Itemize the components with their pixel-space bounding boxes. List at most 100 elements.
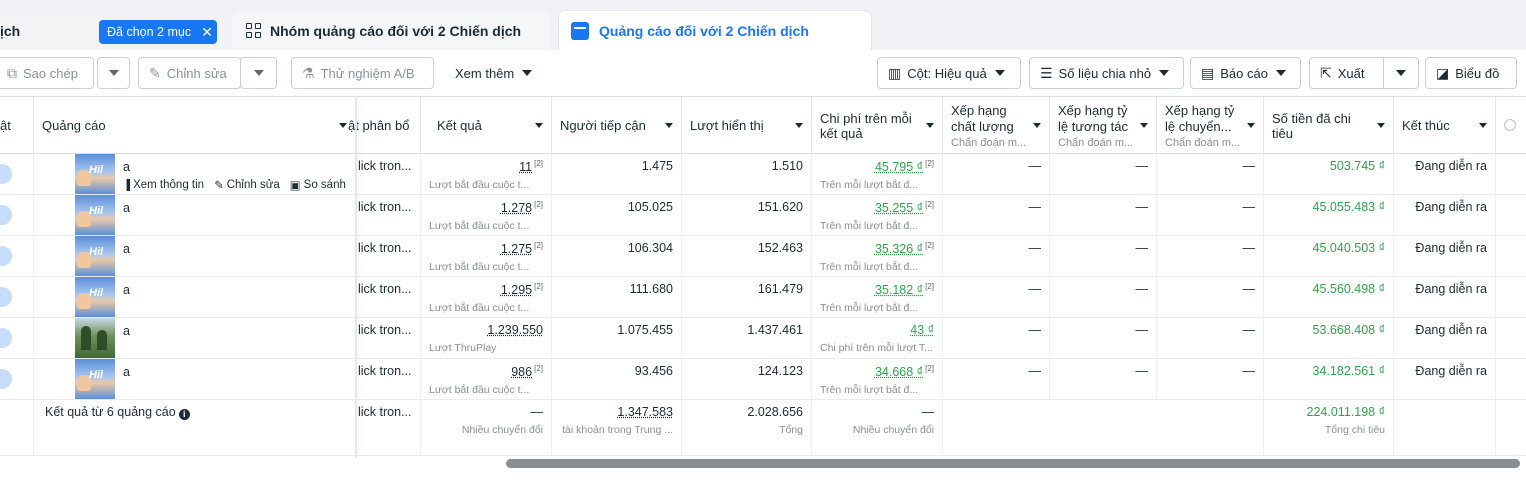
col-amount-spent[interactable]: Số tiền đã chi tiêu <box>1264 97 1394 154</box>
cost-per-result-value[interactable]: 35.182 ₫ <box>875 283 923 297</box>
sort-icon[interactable] <box>665 123 673 128</box>
col-impressions[interactable]: Lượt hiển thị <box>682 97 812 154</box>
ad-name-cell[interactable]: a <box>34 318 356 359</box>
more-button[interactable]: Xem thêm <box>455 57 533 89</box>
selected-items-chip[interactable]: Đã chọn 2 mục ✕ <box>99 20 217 44</box>
ad-name[interactable]: a <box>123 365 130 379</box>
edit-dropdown-button[interactable] <box>240 57 277 89</box>
status-toggle[interactable] <box>0 164 12 184</box>
sort-icon[interactable] <box>1033 123 1041 128</box>
summary-reach[interactable]: 1.347.583 <box>617 405 673 419</box>
ad-name-cell[interactable]: Hil a <box>34 359 356 400</box>
status-toggle-cell[interactable] <box>0 277 34 318</box>
col-conversion-ranking[interactable]: Xếp hạng tỷ lệ chuyển... Chẩn đoán m... <box>1157 97 1264 154</box>
table-row[interactable]: Hil a lick tron... 1.295 [2] Lượt bắt đầu cuộ… <box>0 277 1526 318</box>
col-status[interactable]: ật <box>0 97 34 154</box>
sort-icon[interactable] <box>1140 123 1148 128</box>
status-toggle-cell[interactable] <box>0 154 34 195</box>
col-quality-ranking[interactable]: Xếp hạng chất lượng Chẩn đoán m... <box>943 97 1050 154</box>
columns-button[interactable]: ▥ Cột: Hiệu quả <box>877 57 1021 89</box>
horizontal-scrollbar[interactable] <box>506 459 1520 468</box>
duplicate-dropdown-button[interactable] <box>97 57 130 89</box>
sort-icon[interactable] <box>1247 123 1255 128</box>
col-ends[interactable]: Kết thúc <box>1394 97 1496 154</box>
status-toggle-cell[interactable] <box>0 236 34 277</box>
close-icon[interactable]: ✕ <box>201 24 213 41</box>
cost-per-result-value[interactable]: 34.668 ₫ <box>875 365 923 379</box>
cost-per-result-value[interactable]: 45.795 ₫ <box>875 160 923 174</box>
ad-name-cell[interactable]: Hil a <box>34 277 356 318</box>
ad-thumbnail[interactable]: Hil <box>75 277 115 317</box>
cost-per-result-value[interactable]: 43 ₫ <box>910 323 934 337</box>
results-value[interactable]: 1.275 <box>501 242 532 256</box>
conversion-ranking-cell: — <box>1157 359 1264 400</box>
info-icon[interactable]: i <box>178 409 190 420</box>
sort-icon[interactable] <box>1377 123 1385 128</box>
ad-thumbnail[interactable]: Hil <box>75 236 115 276</box>
edit-button[interactable]: ✎ Chỉnh sửa <box>138 57 241 89</box>
table-row[interactable]: Hil a ▐ Xem thông tin ✎ Chỉnh sửa ▣ So sánh … <box>0 154 1526 195</box>
status-toggle-cell[interactable] <box>0 195 34 236</box>
reach-cell: 111.680 <box>552 277 682 318</box>
ad-name[interactable]: a <box>123 242 130 256</box>
table-row[interactable]: a lick tron... 1.239.550 Lượt ThruPlay 1.075… <box>0 318 1526 359</box>
sort-icon[interactable] <box>795 123 803 128</box>
edit-link[interactable]: ✎ Chỉnh sửa <box>214 178 280 192</box>
ad-name[interactable]: a <box>123 324 130 338</box>
col-quality-ranking-sub: Chẩn đoán m... <box>951 136 1027 149</box>
status-toggle[interactable] <box>0 369 12 389</box>
col-cost-per-result[interactable]: Chi phí trên mỗi kết quả <box>812 97 943 154</box>
sort-icon[interactable] <box>535 123 543 128</box>
tab-campaigns[interactable]: ịch Đã chọn 2 mục ✕ <box>0 12 224 50</box>
results-value[interactable]: 986 <box>511 365 532 379</box>
results-sub: Lượt bắt đầu cuộc t... <box>429 220 530 233</box>
cost-per-result-value[interactable]: 35.326 ₫ <box>875 242 923 256</box>
table-row[interactable]: Hil a lick tron... 1.275 [2] Lượt bắt đầu cuộ… <box>0 236 1526 277</box>
table-row[interactable]: Hil a lick tron... 1.278 [2] Lượt bắt đầu cuộ… <box>0 195 1526 236</box>
col-delivery[interactable]: ật phân bổ <box>340 97 421 154</box>
tab-ad-sets[interactable]: Nhóm quảng cáo đối với 2 Chiến dịch <box>232 12 550 50</box>
ad-name[interactable]: a <box>123 160 130 174</box>
col-engagement-ranking[interactable]: Xếp hạng tỷ lệ tương tác Chẩn đoán m... <box>1050 97 1157 154</box>
cost-per-result-value[interactable]: 35.255 ₫ <box>875 201 923 215</box>
ad-name-cell[interactable]: Hil a <box>34 236 356 277</box>
breakdown-button[interactable]: ☰ Số liệu chia nhỏ <box>1029 57 1184 89</box>
ad-thumbnail[interactable] <box>75 318 115 358</box>
ad-thumbnail[interactable]: Hil <box>75 154 115 194</box>
results-value[interactable]: 1.239.550 <box>487 323 543 337</box>
thumbnail-logo-text: Hil <box>89 205 104 217</box>
sort-icon[interactable] <box>1479 123 1487 128</box>
results-value[interactable]: 1.278 <box>501 201 532 215</box>
status-toggle[interactable] <box>0 328 12 348</box>
compare-link[interactable]: ▣ So sánh <box>290 178 346 192</box>
export-dropdown-button[interactable] <box>1383 57 1419 89</box>
ad-name[interactable]: a <box>123 201 130 215</box>
status-toggle[interactable] <box>0 205 12 225</box>
status-toggle[interactable] <box>0 287 12 307</box>
table-row[interactable]: Hil a lick tron... 986 [2] Lượt bắt đầu cuộc … <box>0 359 1526 400</box>
status-toggle[interactable] <box>0 246 12 266</box>
export-button[interactable]: ⇱ Xuất <box>1309 57 1384 89</box>
col-results[interactable]: Kết quả <box>421 97 552 154</box>
duplicate-button[interactable]: ⧉ Sao chép <box>0 57 94 89</box>
quality-ranking-value: — <box>1028 364 1042 378</box>
tree-graphic <box>97 330 107 350</box>
ad-name-cell[interactable]: Hil a <box>34 195 356 236</box>
reports-button[interactable]: ▤ Báo cáo <box>1190 57 1301 89</box>
view-details-link[interactable]: ▐ Xem thông tin <box>123 178 204 192</box>
add-column-icon[interactable] <box>1504 119 1516 131</box>
status-toggle-cell[interactable] <box>0 318 34 359</box>
col-reach[interactable]: Người tiếp cận <box>552 97 682 154</box>
ad-thumbnail[interactable]: Hil <box>75 195 115 235</box>
results-value[interactable]: 11 <box>519 160 532 174</box>
charts-button[interactable]: ◪ Biểu đồ <box>1425 57 1517 89</box>
ad-name[interactable]: a <box>123 283 130 297</box>
results-value[interactable]: 1.295 <box>501 283 532 297</box>
ad-name-cell[interactable]: Hil a ▐ Xem thông tin ✎ Chỉnh sửa ▣ So sánh … <box>34 154 356 195</box>
status-toggle-cell[interactable] <box>0 359 34 400</box>
sort-icon[interactable] <box>926 123 934 128</box>
col-ad[interactable]: Quảng cáo <box>34 97 356 154</box>
ad-thumbnail[interactable]: Hil <box>75 359 115 399</box>
ab-test-button[interactable]: ⚗ Thử nghiệm A/B <box>291 57 434 89</box>
tab-ads[interactable]: Quảng cáo đối với 2 Chiến dịch <box>558 10 872 50</box>
